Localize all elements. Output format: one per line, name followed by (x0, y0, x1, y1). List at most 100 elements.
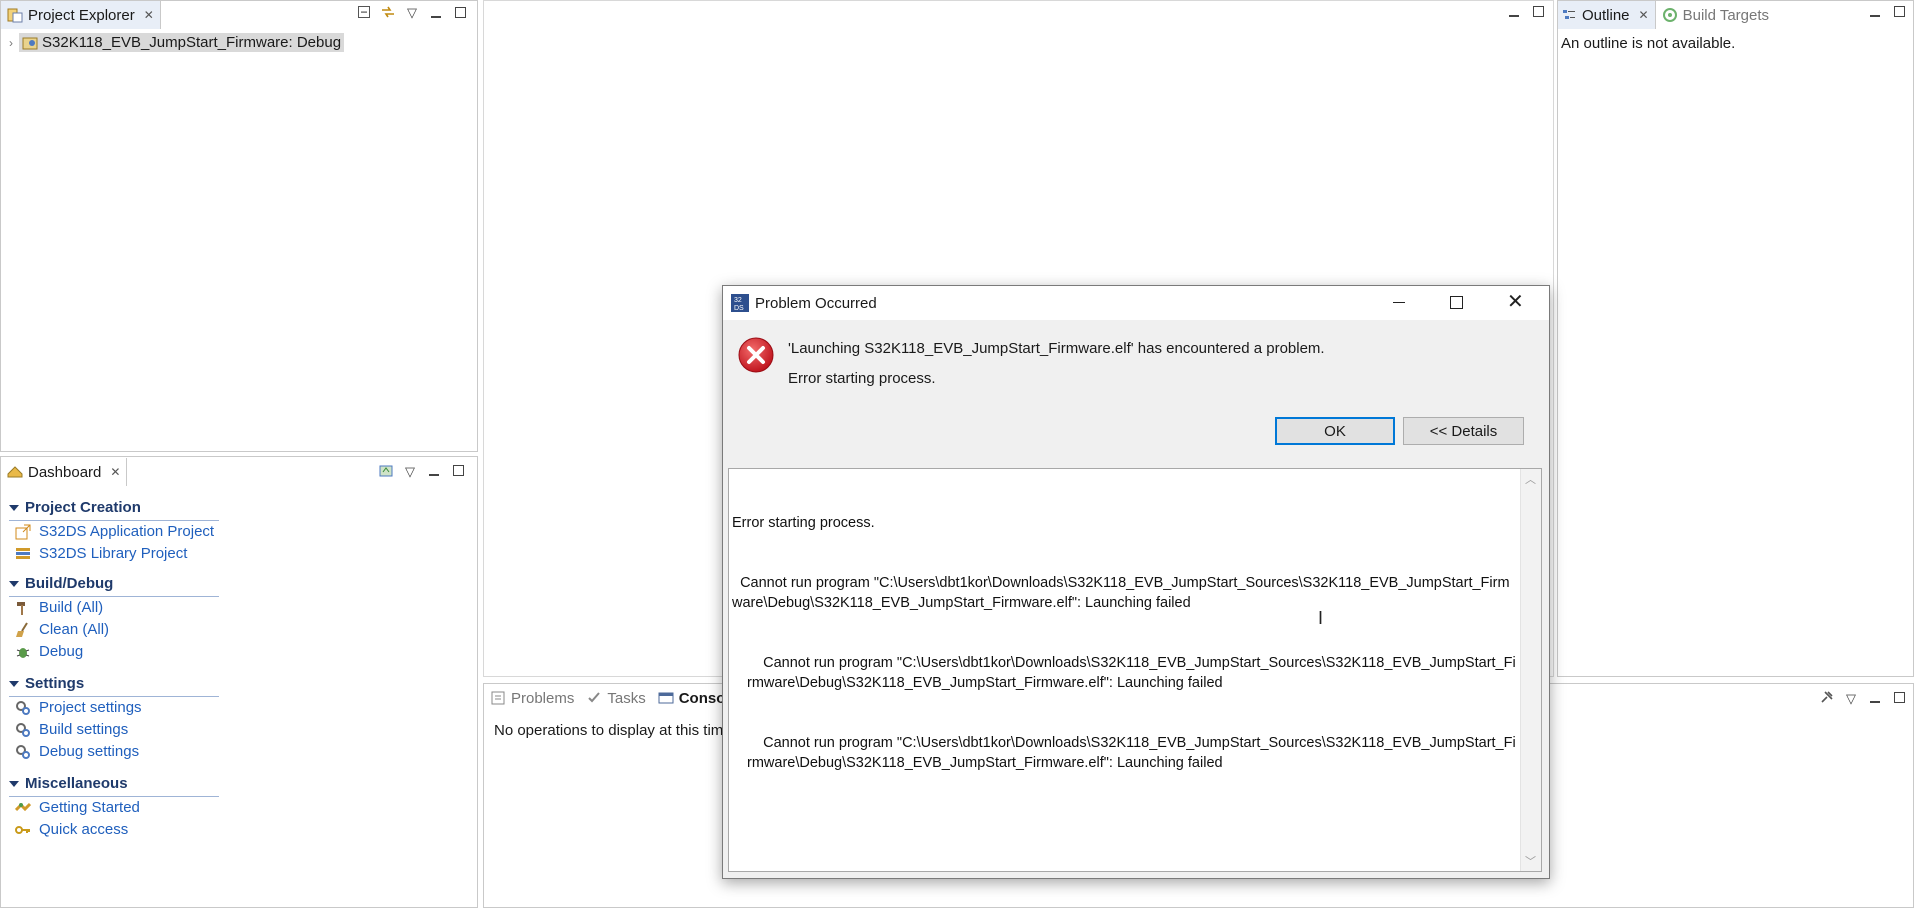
customize-dashboard-icon[interactable] (379, 463, 393, 480)
collapse-triangle-icon (9, 504, 19, 511)
link-s32ds-library-project[interactable]: S32DS Library Project (15, 545, 187, 562)
details-text: Error starting process. Cannot run progr… (732, 473, 1518, 813)
tab-project-explorer-label: Project Explorer (28, 6, 135, 24)
link-label: Build settings (39, 721, 129, 738)
link-build-all[interactable]: Build (All) (15, 599, 103, 616)
tab-dashboard[interactable]: Dashboard ✕ (1, 458, 128, 486)
link-label: Quick access (39, 821, 129, 838)
problem-occurred-dialog: 32 DS Problem Occurred ✕ 'Launching S32K1… (722, 285, 1550, 879)
section-settings[interactable]: Settings (9, 675, 219, 697)
section-divider (9, 796, 219, 797)
text-cursor-icon: I (1318, 608, 1324, 628)
link-build-settings[interactable]: Build settings (15, 721, 128, 738)
details-scrollbar[interactable]: ︿ ﹀ (1520, 469, 1541, 871)
view-menu-icon[interactable]: ▽ (1844, 691, 1858, 707)
link-debug-settings[interactable]: Debug settings (15, 743, 139, 760)
tab-tasks[interactable]: Tasks (580, 684, 651, 712)
dashboard-pane: Dashboard ✕ ▽ Project Creation S32DS App… (0, 456, 478, 908)
collapse-triangle-icon (9, 580, 19, 587)
link-label: Project settings (39, 699, 142, 716)
link-clean-all[interactable]: Clean (All) (15, 621, 109, 638)
minimize-icon[interactable] (427, 464, 441, 479)
error-icon (737, 336, 775, 377)
settings-gears-icon (15, 744, 31, 760)
tab-project-explorer[interactable]: Project Explorer ✕ (1, 1, 161, 29)
link-label: Getting Started (39, 799, 140, 816)
console-icon (658, 690, 674, 706)
window-minimize-button[interactable] (1393, 302, 1405, 303)
new-application-icon (15, 524, 31, 540)
link-project-settings[interactable]: Project settings (15, 699, 142, 716)
project-explorer-pane: Project Explorer ✕ ▽ › S32K118_EVB_JumpS… (0, 0, 478, 452)
window-maximize-button[interactable] (1450, 296, 1463, 309)
expand-chevron-icon[interactable]: › (9, 36, 13, 50)
tab-problems[interactable]: Problems (484, 684, 580, 712)
maximize-icon[interactable] (1892, 691, 1906, 706)
details-button[interactable]: << Details (1403, 417, 1524, 445)
section-title: Build/Debug (25, 575, 114, 592)
scroll-down-icon[interactable]: ﹀ (1525, 853, 1536, 869)
bottom-panel-message: No operations to display at this tim (494, 722, 724, 739)
section-project-creation[interactable]: Project Creation (9, 499, 219, 521)
section-miscellaneous[interactable]: Miscellaneous (9, 775, 219, 797)
link-s32ds-application-project[interactable]: S32DS Application Project (15, 523, 214, 540)
hammer-icon (15, 600, 31, 616)
collapse-all-icon[interactable] (357, 5, 371, 21)
window-close-button[interactable]: ✕ (1507, 289, 1524, 314)
outline-tabbar: Outline ✕ Build Targets (1558, 1, 1913, 29)
close-icon[interactable]: ✕ (110, 465, 120, 479)
tasks-icon (586, 690, 602, 706)
link-getting-started[interactable]: Getting Started (14, 799, 140, 816)
project-explorer-toolbar: ▽ (357, 5, 467, 21)
build-targets-icon (1662, 7, 1678, 23)
details-text-area[interactable]: Error starting process. Cannot run progr… (728, 468, 1542, 872)
collapse-triangle-icon (9, 680, 19, 687)
close-icon[interactable]: ✕ (1639, 8, 1649, 22)
section-divider (9, 696, 219, 697)
view-menu-icon[interactable]: ▽ (405, 5, 419, 21)
link-with-editor-icon[interactable] (381, 6, 395, 21)
close-icon[interactable]: ✕ (144, 8, 154, 22)
pin-icon[interactable] (1820, 690, 1834, 707)
maximize-icon[interactable] (1531, 5, 1545, 20)
scroll-up-icon[interactable]: ︿ (1525, 471, 1536, 487)
maximize-icon[interactable] (451, 464, 465, 479)
dialog-titlebar: 32 DS Problem Occurred ✕ (723, 286, 1549, 320)
details-line: Cannot run program "C:\Users\dbt1kor\Dow… (732, 575, 1510, 611)
link-debug[interactable]: Debug (15, 643, 83, 660)
view-menu-icon[interactable]: ▽ (403, 464, 417, 480)
section-build-debug[interactable]: Build/Debug (9, 575, 219, 597)
minimize-icon[interactable] (1868, 5, 1882, 20)
project-explorer-icon (7, 7, 23, 23)
outline-message: An outline is not available. (1561, 35, 1736, 52)
tab-outline[interactable]: Outline ✕ (1558, 1, 1656, 29)
maximize-icon[interactable] (1892, 5, 1906, 20)
key-icon (15, 822, 31, 838)
link-quick-access[interactable]: Quick access (15, 821, 128, 838)
tab-dashboard-label: Dashboard (28, 463, 102, 481)
bug-icon (15, 644, 31, 660)
details-line: Cannot run program "C:\Users\dbt1kor\Dow… (747, 735, 1516, 771)
ok-button[interactable]: OK (1275, 417, 1395, 445)
dialog-title: Problem Occurred (755, 294, 877, 312)
editor-area-controls (1507, 5, 1545, 20)
outline-pane: Outline ✕ Build Targets An outline is no… (1557, 0, 1914, 677)
outline-icon (1561, 7, 1577, 23)
tree-item-selection: S32K118_EVB_JumpStart_Firmware: Debug (19, 33, 345, 52)
tab-outline-label: Outline (1582, 6, 1630, 24)
problems-icon (490, 690, 506, 706)
minimize-icon[interactable] (1507, 5, 1521, 20)
details-line: Error starting process. (732, 515, 875, 531)
minimize-icon[interactable] (429, 6, 443, 21)
maximize-icon[interactable] (453, 6, 467, 21)
outline-controls (1868, 5, 1906, 20)
minimize-icon[interactable] (1868, 691, 1882, 706)
section-divider (9, 596, 219, 597)
tree-item-project[interactable]: › S32K118_EVB_JumpStart_Firmware: Debug (9, 33, 345, 52)
details-line: Cannot run program "C:\Users\dbt1kor\Dow… (747, 655, 1516, 691)
link-label: S32DS Library Project (39, 545, 188, 562)
section-title: Miscellaneous (25, 775, 128, 792)
project-folder-icon (22, 35, 38, 51)
tab-build-targets[interactable]: Build Targets (1656, 1, 1775, 29)
bottom-panel-controls: ▽ (1820, 690, 1906, 707)
